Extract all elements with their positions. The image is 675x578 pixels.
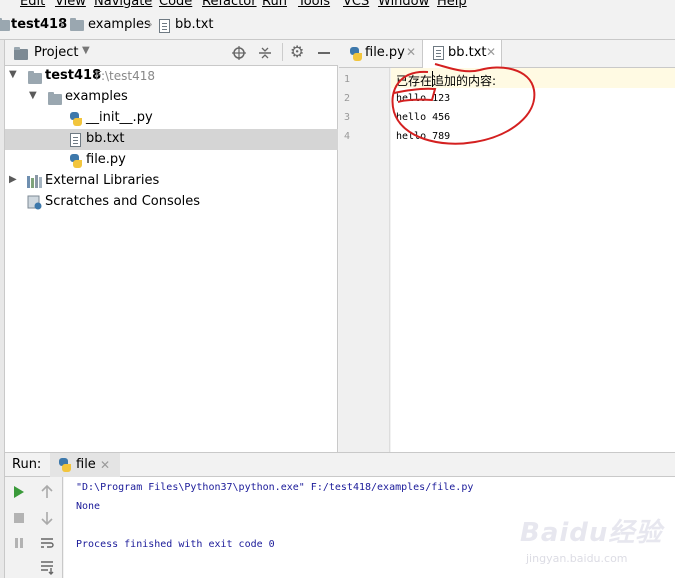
locate-target-icon[interactable] [232, 46, 246, 60]
tree-item-path: F:\test418 [95, 69, 156, 83]
python-file-icon [58, 458, 72, 472]
text-file-icon [159, 19, 170, 33]
tree-item-label: examples [65, 89, 128, 104]
tree-item-external-libraries[interactable]: ▶ External Libraries [5, 171, 338, 192]
line-number: 1 [344, 74, 351, 85]
tab-label: bb.txt [448, 45, 487, 60]
scroll-to-end-icon[interactable] [39, 559, 55, 575]
tree-item-init-py[interactable]: __init__.py [5, 108, 338, 129]
menu-edit[interactable]: Edit [20, 0, 45, 9]
tree-item-label: __init__.py [86, 110, 153, 125]
arrow-down-icon[interactable] [39, 510, 55, 526]
menu-tools[interactable]: Tools [298, 0, 330, 9]
menu-view[interactable]: View [55, 0, 86, 9]
chevron-down-icon[interactable]: ▼ [9, 69, 17, 80]
console-line: "D:\Program Files\Python37\python.exe" F… [76, 482, 474, 493]
console-line: Process finished with exit code 0 [76, 539, 275, 550]
chevron-right-icon[interactable]: ▶ [9, 174, 17, 185]
breadcrumb-separator-icon: › [147, 15, 153, 33]
view-dropdown-icon[interactable]: ▼ [82, 45, 90, 56]
menu-navigate[interactable]: Navigate [94, 0, 152, 9]
stop-icon[interactable] [11, 510, 27, 526]
folder-icon [28, 71, 42, 84]
watermark-url: jingyan.baidu.com [526, 552, 628, 565]
close-icon[interactable]: ✕ [100, 458, 110, 472]
folder-icon [70, 18, 84, 31]
scratches-icon [27, 195, 42, 210]
menu-refactor[interactable]: Refactor [202, 0, 257, 9]
tree-item-label: test418 [45, 68, 102, 83]
baidu-watermark: Baidu经验 jingyan.baidu.com [520, 500, 670, 575]
soft-wrap-icon[interactable] [39, 535, 55, 551]
run-toolbar [5, 477, 63, 578]
chevron-down-icon[interactable]: ▼ [29, 90, 37, 101]
menu-code[interactable]: Code [159, 0, 192, 9]
text-file-icon [70, 133, 81, 147]
tree-item-examples[interactable]: ▼ examples [5, 87, 338, 108]
text-file-icon [433, 46, 444, 60]
python-file-icon [69, 154, 83, 168]
project-folder-icon [0, 18, 10, 31]
tree-item-label: External Libraries [45, 173, 160, 188]
breadcrumb: test418 › examples › bb.txt [0, 10, 675, 40]
run-panel-header: Run: file ✕ [5, 452, 675, 477]
menu-help[interactable]: Help [437, 0, 467, 9]
close-icon[interactable]: ✕ [486, 45, 496, 59]
header-divider [282, 43, 283, 61]
rerun-play-icon[interactable] [11, 484, 27, 500]
menu-vcs[interactable]: VCS [343, 0, 369, 9]
tree-item-label: Scratches and Consoles [45, 194, 201, 209]
gear-icon[interactable]: ⚙ [290, 42, 304, 61]
watermark-brand: Baidu经验 [520, 518, 663, 548]
minimize-icon[interactable] [318, 52, 330, 54]
menu-window[interactable]: Window [378, 0, 429, 9]
menu-run[interactable]: Run [262, 0, 287, 9]
line-number: 3 [344, 112, 351, 123]
menu-bar: Edit View Navigate Code Refactor Run Too… [0, 0, 675, 9]
project-panel-header: Project ▼ ⚙ [5, 40, 338, 66]
breadcrumb-folder[interactable]: examples [88, 17, 151, 32]
tree-item-scratches[interactable]: Scratches and Consoles [5, 192, 338, 213]
close-icon[interactable]: ✕ [406, 45, 416, 59]
tree-item-label: file.py [86, 152, 126, 167]
project-view-title[interactable]: Project [34, 45, 78, 60]
python-file-icon [349, 47, 363, 61]
breadcrumb-file[interactable]: bb.txt [175, 17, 214, 32]
tree-item-label: bb.txt [86, 131, 125, 146]
pause-icon[interactable] [11, 535, 27, 551]
project-view-icon [14, 47, 28, 60]
tree-item-project-root[interactable]: ▼ test418 F:\test418 [5, 66, 338, 87]
tab-label: file.py [365, 45, 405, 60]
breadcrumb-separator-icon: › [59, 15, 65, 33]
python-file-icon [69, 112, 83, 126]
arrow-up-icon[interactable] [39, 484, 55, 500]
tree-item-file-py[interactable]: file.py [5, 150, 338, 171]
line-number: 2 [344, 93, 351, 104]
red-annotation-scribble [391, 63, 536, 145]
libraries-icon [27, 175, 42, 188]
project-panel: Project ▼ ⚙ ▼ test418 F:\test418 ▼ examp… [5, 40, 338, 452]
folder-icon [48, 92, 62, 105]
console-line: None [76, 501, 101, 512]
collapse-all-icon[interactable] [258, 46, 272, 60]
line-number: 4 [344, 131, 351, 142]
run-tab-label: file [76, 457, 96, 472]
tree-item-bb-txt[interactable]: bb.txt [5, 129, 338, 150]
run-label: Run: [12, 457, 42, 472]
